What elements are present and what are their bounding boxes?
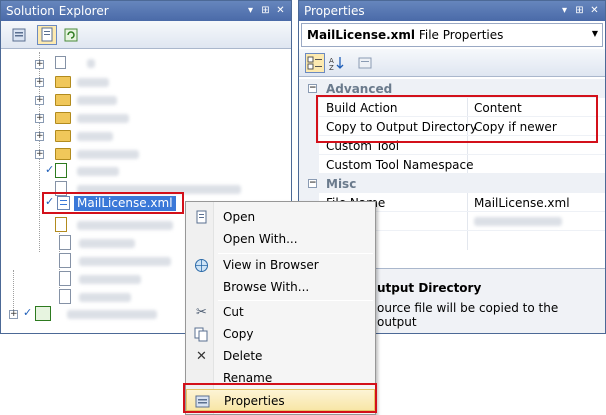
- menu-item-open-with[interactable]: Open With...: [186, 228, 375, 250]
- menu-item-browse-with[interactable]: Browse With...: [186, 276, 375, 298]
- categorized-icon: [307, 56, 322, 70]
- property-value[interactable]: MailLicense.xml: [474, 196, 570, 210]
- refresh-icon: [64, 28, 78, 42]
- menu-item-open[interactable]: Open: [186, 206, 375, 228]
- object-selector[interactable]: MailLicense.xml File Properties ▼: [301, 23, 603, 47]
- pin-icon[interactable]: ⊞: [259, 4, 272, 17]
- chevron-down-icon[interactable]: ▼: [592, 29, 598, 38]
- copy-icon: [194, 327, 209, 342]
- menu-item-copy[interactable]: Copy: [186, 323, 375, 345]
- properties-toolbar: AZ: [299, 49, 605, 77]
- close-icon[interactable]: ✕: [274, 4, 287, 17]
- alphabetical-icon: AZ: [329, 57, 344, 72]
- object-type: File Properties: [418, 28, 504, 42]
- object-name: MailLicense.xml: [307, 28, 416, 42]
- highlight-box-build-settings: [316, 95, 598, 143]
- solution-explorer-titlebar: Solution Explorer ▾ ⊞ ✕: [1, 1, 291, 21]
- collapse-icon: −: [308, 178, 317, 188]
- dropdown-icon[interactable]: ▾: [244, 4, 257, 17]
- category-label: Advanced: [326, 82, 393, 96]
- globe-icon: [194, 258, 209, 273]
- properties-icon: [12, 28, 26, 42]
- properties-title: Properties: [304, 4, 365, 18]
- properties-titlebar: Properties ▾ ⊞ ✕: [299, 1, 605, 21]
- categorized-button[interactable]: [305, 53, 325, 73]
- pin-icon[interactable]: ⊞: [573, 4, 586, 17]
- solution-explorer-toolbar: [1, 21, 291, 49]
- solution-explorer-title: Solution Explorer: [6, 4, 109, 18]
- open-file-icon: [194, 210, 209, 225]
- svg-text:Z: Z: [329, 64, 334, 72]
- menu-item-delete[interactable]: ✕ Delete: [186, 345, 375, 367]
- menu-item-view-in-browser[interactable]: View in Browser: [186, 254, 375, 276]
- show-all-files-button[interactable]: [37, 25, 57, 45]
- collapse-icon: −: [308, 83, 317, 93]
- show-all-files-icon: [41, 27, 53, 42]
- scissors-icon: ✂: [196, 305, 207, 320]
- menu-item-cut[interactable]: ✂ Cut: [186, 301, 375, 323]
- category-label: Misc: [326, 177, 357, 191]
- property-pages-icon: [358, 57, 372, 69]
- xml-file-icon: [57, 196, 70, 210]
- selected-file-label[interactable]: MailLicense.xml: [74, 196, 176, 211]
- category-misc[interactable]: − Misc: [299, 174, 605, 193]
- refresh-button[interactable]: [61, 25, 81, 45]
- properties-toolbar-button[interactable]: [9, 25, 29, 45]
- dropdown-icon[interactable]: ▾: [558, 4, 571, 17]
- property-name: Custom Tool Namespace: [326, 158, 474, 172]
- property-pages-button[interactable]: [355, 53, 375, 73]
- delete-x-icon: ✕: [196, 349, 207, 364]
- highlight-box-properties-menu-item: [183, 383, 377, 413]
- close-icon[interactable]: ✕: [588, 4, 601, 17]
- checkmark-icon: ✓: [45, 195, 55, 208]
- property-row[interactable]: Custom Tool Namespace: [299, 155, 605, 174]
- alphabetical-button[interactable]: AZ: [327, 53, 347, 73]
